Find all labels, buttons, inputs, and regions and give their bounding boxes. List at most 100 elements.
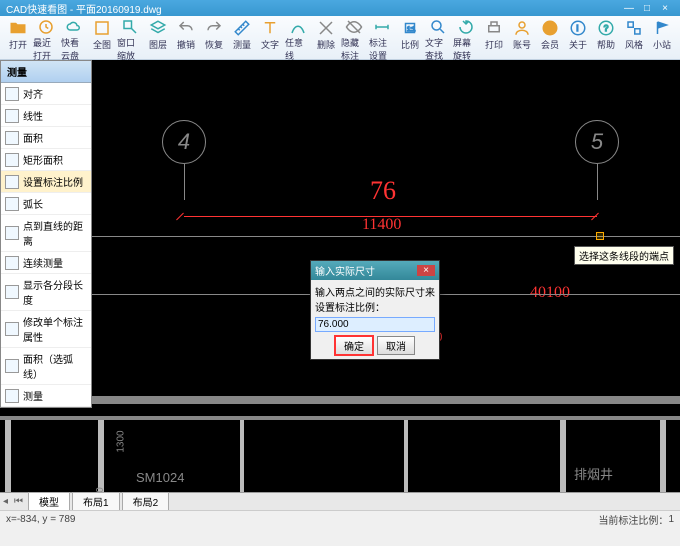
tool-label: 标注设置 — [369, 36, 395, 62]
tool-label: 打印 — [485, 38, 503, 51]
menu-item-label: 矩形面积 — [23, 152, 63, 167]
tab-model[interactable]: 模型 — [28, 492, 70, 510]
menu-item-icon — [5, 175, 19, 189]
measure-menu-item[interactable]: 矩形面积 — [1, 149, 91, 171]
menu-item-icon — [5, 285, 19, 299]
hide-icon — [344, 18, 364, 36]
tool-zoomwin[interactable]: 窗口缩放 — [117, 18, 143, 57]
tool-style[interactable]: 风格 — [621, 18, 647, 57]
tab-layout1[interactable]: 布局1 — [72, 492, 120, 510]
tool-label: 快看云盘 — [61, 36, 87, 62]
dialog-title: 输入实际尺寸 — [315, 263, 375, 278]
maximize-button[interactable]: □ — [638, 3, 656, 14]
menu-item-label: 面积 — [23, 130, 43, 145]
menu-item-label: 设置标注比例 — [23, 174, 83, 189]
layout-tabs: ◂ ⏮ 模型 布局1 布局2 — [0, 492, 680, 510]
text-icon — [260, 18, 280, 38]
folder-icon — [8, 18, 28, 38]
style-icon — [624, 18, 644, 38]
tool-about[interactable]: i关于 — [565, 18, 591, 57]
tool-site[interactable]: 小站 — [649, 18, 675, 57]
tool-line[interactable]: 任意线 — [285, 18, 311, 57]
dimset-icon — [372, 18, 392, 36]
measure-menu-item[interactable]: 线性 — [1, 105, 91, 127]
dialog-close-button[interactable]: × — [417, 265, 435, 276]
tool-label: 文字查找 — [425, 36, 451, 62]
tool-print[interactable]: 打印 — [481, 18, 507, 57]
tool-label: 撤销 — [177, 38, 195, 51]
measure-menu-item[interactable]: 测量 — [1, 385, 91, 407]
svg-text:i: i — [577, 24, 579, 33]
tool-delete[interactable]: 删除 — [313, 18, 339, 57]
tool-user[interactable]: 账号 — [509, 18, 535, 57]
status-coordinates: x=-834, y = 789 — [6, 514, 76, 525]
menu-item-icon — [5, 197, 19, 211]
svg-text:VIP: VIP — [546, 26, 555, 32]
tab-first-icon[interactable]: ⏮ — [11, 496, 26, 507]
tool-vip[interactable]: VIP会员 — [537, 18, 563, 57]
title-bar: CAD快速看图 - 平面20160919.dwg — □ × — [0, 0, 680, 16]
menu-item-icon — [5, 109, 19, 123]
menu-item-icon — [5, 87, 19, 101]
vip-icon: VIP — [540, 18, 560, 38]
tool-label: 全图 — [93, 38, 111, 51]
tool-text[interactable]: 文字 — [257, 18, 283, 57]
undo-icon — [176, 18, 196, 38]
close-button[interactable]: × — [656, 3, 674, 14]
menu-item-icon — [5, 226, 19, 240]
minimize-button[interactable]: — — [620, 3, 638, 14]
tab-layout2[interactable]: 布局2 — [122, 492, 170, 510]
tool-find[interactable]: 文字查找 — [425, 18, 451, 57]
menu-item-label: 弧长 — [23, 196, 43, 211]
tool-cloud[interactable]: 快看云盘 — [61, 18, 87, 57]
tool-scale[interactable]: 1:1比例 — [397, 18, 423, 57]
tool-measure[interactable]: 测量 — [229, 18, 255, 57]
menu-item-label: 显示各分段长度 — [23, 277, 85, 307]
print-icon — [484, 18, 504, 38]
dimension-input[interactable] — [315, 317, 435, 332]
tab-prev-icon[interactable]: ◂ — [0, 496, 11, 507]
tool-redo[interactable]: 恢复 — [201, 18, 227, 57]
measure-menu-item[interactable]: 显示各分段长度 — [1, 274, 91, 311]
tool-undo[interactable]: 撤销 — [173, 18, 199, 57]
tool-hide[interactable]: 隐藏标注 — [341, 18, 367, 57]
tool-label: 文字 — [261, 38, 279, 51]
tool-recent[interactable]: 最近打开 — [33, 18, 59, 57]
tool-label: 小站 — [653, 38, 671, 51]
cancel-button[interactable]: 取消 — [377, 336, 415, 355]
tool-full[interactable]: 全图 — [89, 18, 115, 57]
ok-button[interactable]: 确定 — [335, 336, 373, 355]
svg-text:1:1: 1:1 — [407, 27, 416, 33]
user-icon — [512, 18, 532, 38]
tool-folder[interactable]: 打开 — [5, 18, 31, 57]
measure-menu-item[interactable]: 面积 — [1, 127, 91, 149]
about-icon: i — [568, 18, 588, 38]
tool-rotate[interactable]: 屏幕旋转 — [453, 18, 479, 57]
measure-menu-item[interactable]: 弧长 — [1, 193, 91, 215]
measure-menu-header: 测量 — [1, 61, 91, 83]
tool-label: 最近打开 — [33, 36, 59, 62]
redo-icon — [204, 18, 224, 38]
menu-item-icon — [5, 131, 19, 145]
help-icon: ? — [596, 18, 616, 38]
tool-label: 图层 — [149, 38, 167, 51]
measure-menu-item[interactable]: 设置标注比例 — [1, 171, 91, 193]
menu-item-icon — [5, 256, 19, 270]
measure-menu-item[interactable]: 连续测量 — [1, 252, 91, 274]
menu-item-label: 面积（选弧线） — [23, 351, 85, 381]
tool-dimset[interactable]: 标注设置 — [369, 18, 395, 57]
input-dimension-dialog: 输入实际尺寸 × 输入两点之间的实际尺寸来设置标注比例： 确定 取消 — [310, 260, 440, 360]
dialog-label: 输入两点之间的实际尺寸来设置标注比例： — [315, 284, 435, 314]
measure-menu-item[interactable]: 点到直线的距离 — [1, 215, 91, 252]
measure-menu-item[interactable]: 修改单个标注属性 — [1, 311, 91, 348]
measure-menu-item[interactable]: 对齐 — [1, 83, 91, 105]
menu-item-icon — [5, 153, 19, 167]
menu-item-label: 线性 — [23, 108, 43, 123]
drawing-area[interactable]: 4 5 76 11400 40100 选择这条线段的端点 SM1024 排烟井 … — [0, 60, 680, 510]
tool-layers[interactable]: 图层 — [145, 18, 171, 57]
tool-help[interactable]: ?帮助 — [593, 18, 619, 57]
shaft-label: 排烟井 — [574, 464, 613, 483]
measure-menu-item[interactable]: 面积（选弧线） — [1, 348, 91, 385]
menu-item-icon — [5, 359, 19, 373]
dimension-40100: 40100 — [530, 284, 570, 302]
